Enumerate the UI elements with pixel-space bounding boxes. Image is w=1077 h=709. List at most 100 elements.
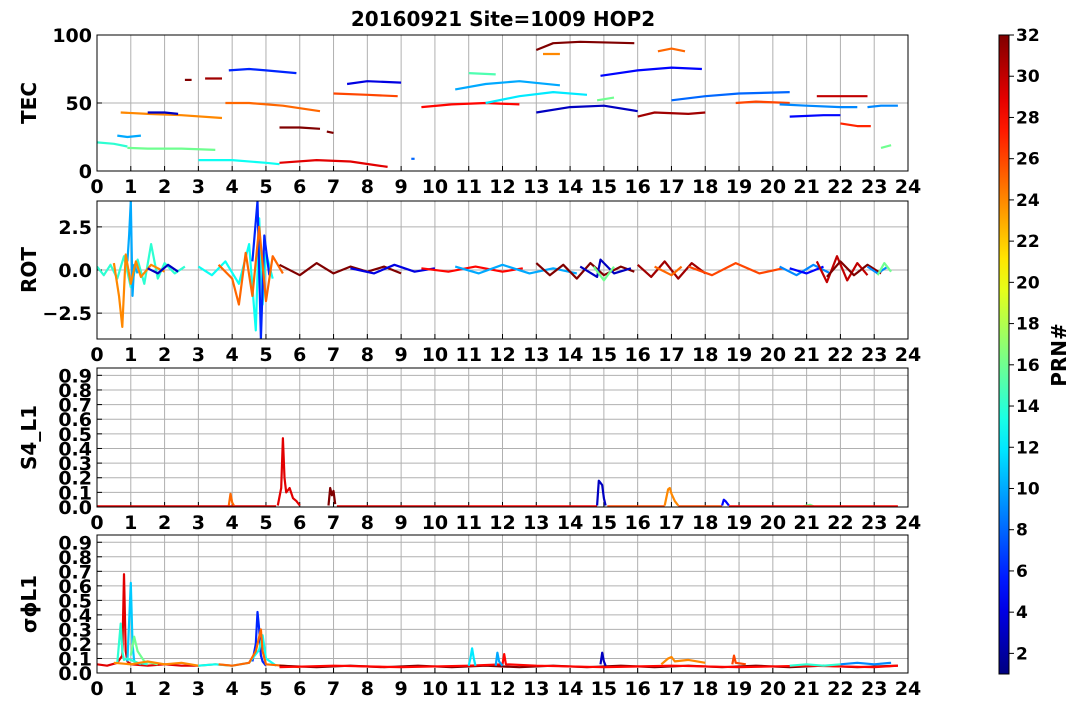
x-tick-label: 14 [557, 344, 583, 366]
series-line-prn-9 [867, 104, 898, 109]
x-tick-label: 11 [455, 678, 481, 700]
colorbar-ticks: 2468101214161820222426283032 [1009, 26, 1040, 664]
series-line-prn-9 [840, 661, 892, 666]
x-tick-label: 22 [827, 678, 853, 700]
x-tick-label: 24 [895, 512, 921, 534]
x-tick-label: 9 [395, 678, 408, 700]
panel-0: 0 1 2 3 4 5 6 7 8 9 10 11 12 13 14 15 16 17 18 19 20 21 22 23 24… [17, 25, 921, 198]
x-tick-label: 7 [327, 344, 340, 366]
x-tick-label: 4 [226, 678, 239, 700]
colorbar-tick-label: 22 [1016, 232, 1040, 252]
chart-title: 20160921 Site=1009 HOP2 [351, 7, 655, 31]
x-tick-label: 15 [591, 678, 617, 700]
x-tick-label: 7 [327, 512, 340, 534]
x-tick-label: 23 [861, 344, 887, 366]
x-tick-label: 23 [861, 176, 887, 198]
x-tick-label: 0 [90, 678, 103, 700]
y-tick-label: 0.9 [58, 532, 92, 554]
y-tick-label: 0.9 [58, 365, 92, 387]
colorbar-gradient [998, 34, 1010, 675]
x-tick-label: 18 [692, 678, 718, 700]
x-tick-label: 5 [259, 678, 272, 700]
x-tick-label: 16 [624, 512, 650, 534]
x-tick-label: 21 [793, 678, 819, 700]
x-tick-label: 20 [760, 344, 786, 366]
x-tick-label: 21 [793, 176, 819, 198]
x-tick-label: 8 [361, 176, 374, 198]
series-line-prn-3 [599, 651, 607, 667]
y-tick-label: −2.5 [42, 303, 92, 325]
x-tick-label: 17 [658, 176, 684, 198]
x-tick-label: 19 [726, 678, 752, 700]
x-tick-label: 24 [895, 344, 921, 366]
colorbar-tick-label: 30 [1016, 67, 1040, 87]
colorbar-tick-label: 8 [1016, 521, 1028, 541]
x-tick-label: 3 [192, 512, 205, 534]
x-tick-label: 1 [124, 344, 137, 366]
x-tick-label: 14 [557, 176, 583, 198]
series-line-prn-5 [721, 498, 730, 507]
colorbar-label: PRN# [1047, 323, 1071, 387]
y-axis-label: ROT [17, 247, 41, 293]
x-tick-label: 12 [489, 678, 515, 700]
colorbar-tick-label: 4 [1016, 603, 1028, 623]
colorbar-tick-label: 18 [1016, 315, 1040, 335]
x-tick-label: 13 [523, 512, 549, 534]
x-tick-label: 2 [158, 176, 171, 198]
y-axis-label: S4_L1 [17, 405, 41, 470]
panel-2: 0 1 2 3 4 5 6 7 8 9 10 11 12 13 14 15 16 17 18 19 20 21 22 23 24… [17, 365, 921, 534]
series-line-prn-28 [421, 101, 520, 109]
x-tick-label: 15 [591, 512, 617, 534]
colorbar-tick-label: 14 [1016, 397, 1040, 417]
x-tick-label: 10 [422, 176, 448, 198]
series-line-prn-12 [467, 647, 477, 666]
colorbar-tick-label: 16 [1016, 356, 1040, 376]
series-line-prn-30 [815, 255, 869, 284]
x-tick-label: 24 [895, 678, 921, 700]
x-tick-label: 11 [455, 512, 481, 534]
x-tick-label: 21 [793, 344, 819, 366]
y-tick-label: 50 [66, 93, 92, 115]
x-tick-label: 7 [327, 176, 340, 198]
x-tick-label: 9 [395, 512, 408, 534]
x-tick-label: 19 [726, 512, 752, 534]
x-tick-label: 18 [692, 512, 718, 534]
x-tick-label: 11 [455, 176, 481, 198]
y-tick-label: 0.0 [58, 260, 92, 282]
y-tick-label: 2.5 [58, 217, 92, 239]
colorbar: 2468101214161820222426283032 PRN# [998, 26, 1071, 675]
series-line-prn-9 [779, 103, 858, 109]
x-tick-label: 10 [422, 344, 448, 366]
x-tick-label: 3 [192, 176, 205, 198]
x-tick-label: 9 [395, 176, 408, 198]
x-tick-label: 1 [124, 176, 137, 198]
series-line-prn-26 [688, 262, 784, 277]
x-tick-label: 0 [90, 344, 103, 366]
x-tick-label: 19 [726, 344, 752, 366]
x-tick-label: 23 [861, 678, 887, 700]
colorbar-tick-label: 12 [1016, 438, 1040, 458]
x-tick-label: 12 [489, 512, 515, 534]
series-line-prn-10 [455, 80, 561, 91]
x-tick-label: 6 [293, 678, 306, 700]
colorbar-tick-label: 10 [1016, 479, 1040, 499]
series-line-prn-25 [227, 492, 235, 507]
series-line-prn-15 [468, 72, 496, 76]
x-tick-label: 22 [827, 344, 853, 366]
x-tick-label: 6 [293, 344, 306, 366]
x-tick-label: 16 [624, 344, 650, 366]
series-line-prn-27 [840, 122, 871, 128]
series-group [97, 573, 898, 669]
series-line-prn-16 [596, 96, 615, 102]
x-tick-label: 0 [90, 512, 103, 534]
x-tick-label: 14 [557, 678, 583, 700]
y-axis-label: σϕL1 [17, 575, 41, 633]
x-tick-label: 11 [455, 344, 481, 366]
series-line-prn-6 [228, 67, 297, 75]
colorbar-tick-label: 20 [1016, 273, 1040, 293]
x-tick-label: 6 [293, 176, 306, 198]
series-line-prn-29 [97, 573, 199, 667]
series-line-prn-4 [346, 80, 402, 86]
series-group [97, 40, 898, 168]
series-line-prn-14 [97, 141, 128, 148]
